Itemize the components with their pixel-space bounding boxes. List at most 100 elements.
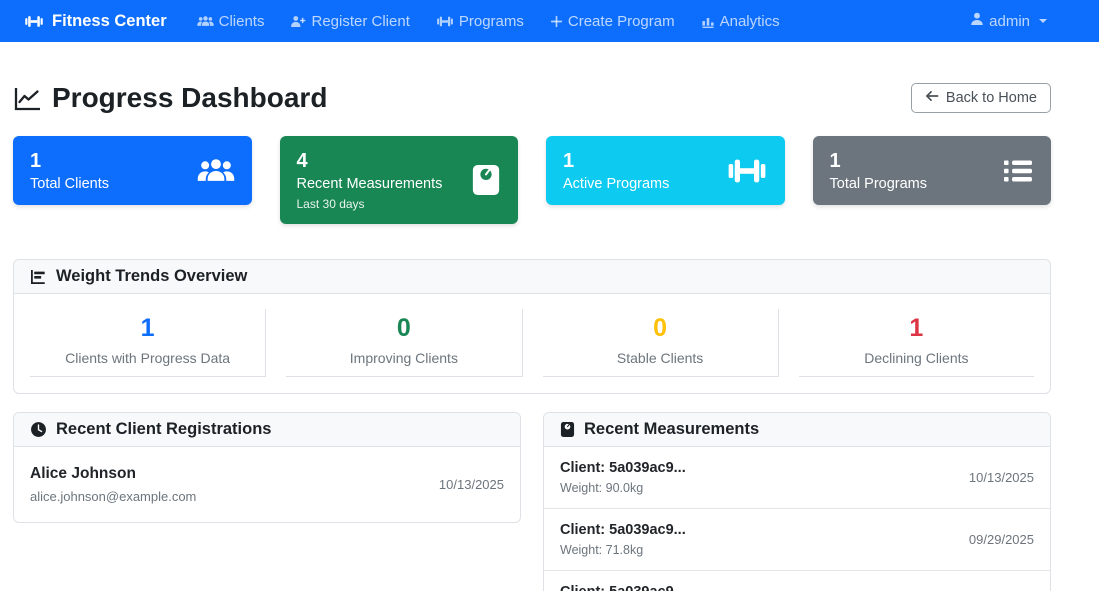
user-label: admin bbox=[989, 13, 1030, 30]
stat-label: Active Programs bbox=[563, 176, 669, 192]
trend-stat-stable: 0 Stable Clients bbox=[543, 309, 779, 377]
client-email: alice.johnson@example.com bbox=[30, 489, 196, 504]
nav-item-clients[interactable]: Clients bbox=[197, 13, 265, 30]
stat-card-active-programs: 1 Active Programs bbox=[546, 136, 785, 205]
page-title-label: Progress Dashboard bbox=[52, 82, 327, 114]
measurement-client: Client: 5a039ac9... bbox=[560, 584, 686, 591]
dumbbell-icon bbox=[436, 15, 454, 28]
trend-label: Stable Clients bbox=[543, 350, 778, 366]
recent-measurements-header: Recent Measurements bbox=[544, 413, 1050, 447]
stat-label: Total Programs bbox=[830, 176, 928, 192]
graph-up-icon bbox=[13, 84, 41, 112]
trend-stat-declining: 1 Declining Clients bbox=[799, 309, 1034, 377]
bar-chart-steps-icon bbox=[30, 269, 47, 285]
nav-item-label: Create Program bbox=[568, 13, 675, 30]
main-content: Progress Dashboard Back to Home 1 Total … bbox=[13, 42, 1051, 591]
clock-icon bbox=[30, 421, 47, 438]
list-item: Alice Johnson alice.johnson@example.com … bbox=[14, 447, 520, 522]
nav-item-label: Analytics bbox=[720, 13, 780, 30]
back-to-home-label: Back to Home bbox=[946, 90, 1037, 106]
stat-card-total-clients: 1 Total Clients bbox=[13, 136, 252, 205]
recent-measurements-title: Recent Measurements bbox=[584, 420, 759, 439]
trend-value: 1 bbox=[799, 313, 1034, 344]
nav-item-create-program[interactable]: Create Program bbox=[550, 13, 675, 30]
chevron-down-icon bbox=[1039, 19, 1047, 23]
bottom-row: Recent Client Registrations Alice Johnso… bbox=[13, 412, 1051, 591]
weight-scale-icon bbox=[560, 421, 575, 438]
measurement-client: Client: 5a039ac9... bbox=[560, 460, 686, 476]
dumbbell-icon bbox=[726, 156, 768, 186]
recent-registrations-list: Alice Johnson alice.johnson@example.com … bbox=[14, 447, 520, 522]
recent-registrations-card: Recent Client Registrations Alice Johnso… bbox=[13, 412, 521, 523]
stats-row: 1 Total Clients 4 Recent Measurements La… bbox=[13, 136, 1051, 224]
nav-item-label: Register Client bbox=[311, 13, 409, 30]
measurement-weight: Weight: 90.0kg bbox=[560, 481, 686, 495]
person-icon bbox=[970, 12, 984, 30]
measurement-client: Client: 5a039ac9... bbox=[560, 522, 686, 538]
stat-label: Total Clients bbox=[30, 176, 109, 192]
weight-scale-icon bbox=[471, 163, 501, 197]
stat-value: 1 bbox=[563, 149, 669, 174]
dumbbell-icon bbox=[24, 14, 44, 29]
stat-card-recent-measurements: 4 Recent Measurements Last 30 days bbox=[280, 136, 519, 224]
page-header: Progress Dashboard Back to Home bbox=[13, 82, 1051, 114]
weight-trends-header: Weight Trends Overview bbox=[14, 260, 1050, 294]
brand[interactable]: Fitness Center bbox=[24, 12, 167, 31]
list-icon bbox=[1002, 157, 1034, 185]
nav-item-label: Clients bbox=[219, 13, 265, 30]
arrow-left-icon bbox=[925, 90, 939, 106]
stat-card-total-programs: 1 Total Programs bbox=[813, 136, 1052, 205]
recent-measurements-list: Client: 5a039ac9... Weight: 90.0kg 10/13… bbox=[544, 447, 1050, 591]
registration-info: Alice Johnson alice.johnson@example.com bbox=[30, 465, 196, 504]
trend-value: 0 bbox=[543, 313, 778, 344]
plus-icon bbox=[550, 15, 563, 28]
stat-card-text: 1 Total Programs bbox=[830, 149, 928, 192]
stat-value: 4 bbox=[297, 149, 443, 174]
weight-trends-body: 1 Clients with Progress Data 0 Improving… bbox=[14, 294, 1050, 393]
stat-card-text: 1 Active Programs bbox=[563, 149, 669, 192]
recent-registrations-header: Recent Client Registrations bbox=[14, 413, 520, 447]
measurement-info: Client: 5a039ac9... Weight: 90.0kg bbox=[560, 460, 686, 495]
measurement-weight: Weight: 71.8kg bbox=[560, 543, 686, 557]
registration-date: 10/13/2025 bbox=[439, 477, 504, 492]
trend-label: Improving Clients bbox=[286, 350, 521, 366]
nav-links: Clients Register Client bbox=[197, 13, 971, 30]
stat-value: 1 bbox=[830, 149, 928, 174]
nav-item-programs[interactable]: Programs bbox=[436, 13, 524, 30]
stat-label: Recent Measurements bbox=[297, 176, 443, 192]
trend-value: 0 bbox=[286, 313, 521, 344]
measurement-info: Client: 5a039ac9... Weight: 71.8kg bbox=[560, 522, 686, 557]
measurement-date: 10/13/2025 bbox=[969, 470, 1034, 485]
recent-registrations-title: Recent Client Registrations bbox=[56, 420, 271, 439]
page-title: Progress Dashboard bbox=[13, 82, 327, 114]
measurement-date: 09/29/2025 bbox=[969, 532, 1034, 547]
user-menu[interactable]: admin bbox=[970, 12, 1047, 30]
trend-label: Declining Clients bbox=[799, 350, 1034, 366]
brand-label: Fitness Center bbox=[52, 12, 167, 31]
nav-item-analytics[interactable]: Analytics bbox=[701, 13, 780, 30]
weight-trends-title: Weight Trends Overview bbox=[56, 267, 247, 286]
trend-stat-improving: 0 Improving Clients bbox=[286, 309, 522, 377]
nav-item-label: Programs bbox=[459, 13, 524, 30]
list-item: Client: 5a039ac9... Weight: 71.8kg 09/29… bbox=[544, 508, 1050, 570]
back-to-home-button[interactable]: Back to Home bbox=[911, 83, 1051, 113]
trend-stat-progress-data: 1 Clients with Progress Data bbox=[30, 309, 266, 377]
recent-measurements-card: Recent Measurements Client: 5a039ac9... … bbox=[543, 412, 1051, 591]
users-icon bbox=[197, 15, 214, 28]
stat-card-text: 4 Recent Measurements Last 30 days bbox=[297, 149, 443, 211]
client-name: Alice Johnson bbox=[30, 465, 196, 483]
stat-card-text: 1 Total Clients bbox=[30, 149, 109, 192]
stat-sublabel: Last 30 days bbox=[297, 197, 443, 211]
list-item: Client: 5a039ac9... Weight: 73.2kg 10/06… bbox=[544, 570, 1050, 591]
list-item: Client: 5a039ac9... Weight: 90.0kg 10/13… bbox=[544, 447, 1050, 508]
bar-chart-icon bbox=[701, 15, 715, 28]
stat-value: 1 bbox=[30, 149, 109, 174]
measurement-info: Client: 5a039ac9... Weight: 73.2kg bbox=[560, 584, 686, 591]
weight-trends-card: Weight Trends Overview 1 Clients with Pr… bbox=[13, 259, 1051, 394]
nav-item-register-client[interactable]: Register Client bbox=[290, 13, 409, 30]
trend-value: 1 bbox=[30, 313, 265, 344]
navbar: Fitness Center Clients bbox=[0, 0, 1099, 42]
users-icon bbox=[197, 157, 235, 185]
person-plus-icon bbox=[290, 15, 306, 28]
trend-label: Clients with Progress Data bbox=[30, 350, 265, 366]
